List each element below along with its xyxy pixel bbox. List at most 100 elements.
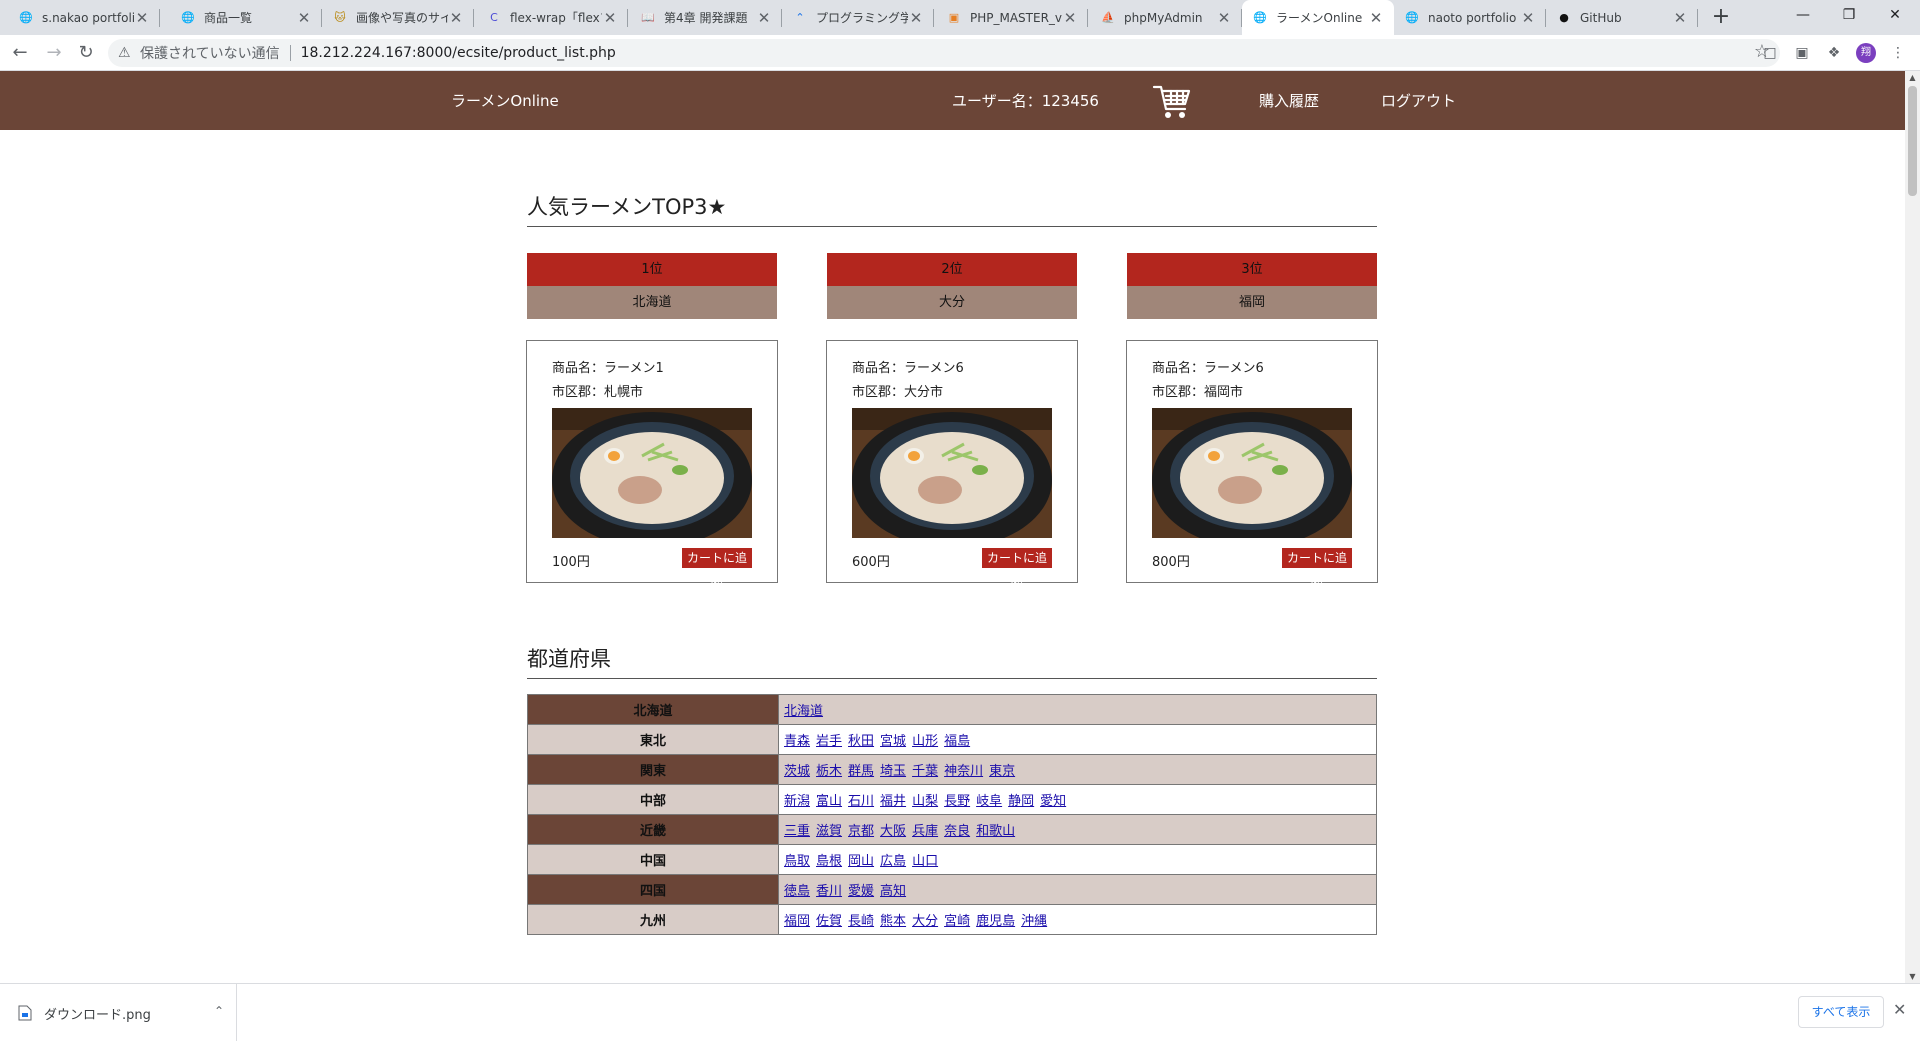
prefecture-link[interactable]: 茨城 [784, 764, 810, 779]
prefecture-link[interactable]: 福井 [880, 794, 906, 809]
menu-kebab-icon[interactable]: ⋮ [1888, 43, 1908, 63]
close-window-button[interactable]: ✕ [1872, 0, 1918, 30]
prefecture-link[interactable]: 三重 [784, 824, 810, 839]
close-tab-icon[interactable]: ✕ [602, 9, 618, 27]
new-tab-button[interactable]: + [1707, 4, 1735, 32]
prefecture-link[interactable]: 大阪 [880, 824, 906, 839]
prefecture-link[interactable]: 島根 [816, 854, 842, 869]
prefecture-link[interactable]: 宮崎 [944, 914, 970, 929]
prefecture-link[interactable]: 東京 [989, 764, 1015, 779]
prefecture-link[interactable]: 岡山 [848, 854, 874, 869]
extension-chat-icon[interactable]: □ [1760, 43, 1780, 63]
extension-image-icon[interactable]: ▣ [1792, 43, 1812, 63]
prefecture-link[interactable]: 新潟 [784, 794, 810, 809]
add-to-cart-button[interactable]: カートに追加 [1282, 548, 1352, 585]
close-download-bar-icon[interactable]: ✕ [1893, 1000, 1906, 1019]
prefecture-link[interactable]: 佐賀 [816, 914, 842, 929]
ramen-photo[interactable] [552, 408, 752, 538]
tab-1[interactable]: 🌐 商品一覧 ✕ [170, 0, 322, 35]
prefecture-link[interactable]: 群馬 [848, 764, 874, 779]
prefecture-link[interactable]: 秋田 [848, 734, 874, 749]
purchase-history-link[interactable]: 購入履歴 [1259, 90, 1319, 111]
close-tab-icon[interactable]: ✕ [1062, 9, 1078, 27]
chevron-up-icon[interactable]: ⌃ [214, 1004, 224, 1018]
logout-link[interactable]: ログアウト [1381, 90, 1456, 111]
close-tab-icon[interactable]: ✕ [1672, 9, 1688, 27]
forward-button[interactable]: → [40, 39, 68, 67]
prefecture-link[interactable]: 福島 [944, 734, 970, 749]
ramen-photo[interactable] [852, 408, 1052, 538]
prefecture-link[interactable]: 愛媛 [848, 884, 874, 899]
prefecture-link[interactable]: 山口 [912, 854, 938, 869]
close-tab-icon[interactable]: ✕ [756, 9, 772, 27]
prefecture-link[interactable]: 熊本 [880, 914, 906, 929]
prefecture-link[interactable]: 静岡 [1008, 794, 1034, 809]
tab-6[interactable]: ▣ PHP_MASTER_v1 ✕ [936, 0, 1088, 35]
close-tab-icon[interactable]: ✕ [1368, 9, 1384, 27]
prefecture-link[interactable]: 広島 [880, 854, 906, 869]
tab-4[interactable]: 📖 第4章 開発課題 ✕ [630, 0, 782, 35]
tab-9[interactable]: 🌐 naoto portfolio ✕ [1394, 0, 1546, 35]
download-item[interactable]: ダウンロード.png ⌃ [18, 996, 230, 1030]
warning-icon[interactable]: ⚠ [118, 45, 134, 61]
prefecture-link[interactable]: 奈良 [944, 824, 970, 839]
tab-2[interactable]: 🐱 画像や写真のサイ ✕ [322, 0, 474, 35]
close-tab-icon[interactable]: ✕ [296, 9, 312, 27]
close-tab-icon[interactable]: ✕ [1216, 9, 1232, 27]
prefecture-link[interactable]: 北海道 [784, 704, 823, 719]
close-tab-icon[interactable]: ✕ [908, 9, 924, 27]
back-button[interactable]: ← [6, 39, 34, 67]
close-tab-icon[interactable]: ✕ [134, 9, 150, 27]
prefecture-link[interactable]: 愛知 [1040, 794, 1066, 809]
tab-title[interactable]: PHP_MASTER_v1 [970, 11, 1062, 25]
prefecture-link[interactable]: 福岡 [784, 914, 810, 929]
profile-avatar[interactable]: 翔 [1856, 43, 1876, 63]
close-tab-icon[interactable]: ✕ [1520, 9, 1536, 27]
tab-title[interactable]: s.nakao portfolio [42, 11, 134, 25]
prefecture-link[interactable]: 長崎 [848, 914, 874, 929]
prefecture-link[interactable]: 栃木 [816, 764, 842, 779]
prefecture-link[interactable]: 石川 [848, 794, 874, 809]
tab-title[interactable]: プログラミング学ぶ [816, 9, 908, 26]
tab-8[interactable]: 🌐 ラーメンOnline ✕ [1242, 0, 1394, 35]
restore-button[interactable]: ❐ [1826, 0, 1872, 30]
scroll-down-arrow-icon[interactable]: ▼ [1905, 972, 1920, 981]
prefecture-link[interactable]: 兵庫 [912, 824, 938, 839]
scroll-up-arrow-icon[interactable]: ▲ [1905, 73, 1920, 82]
prefecture-link[interactable]: 大分 [912, 914, 938, 929]
tab-3[interactable]: Cflex-wrap「flexア ✕ [476, 0, 628, 35]
prefecture-link[interactable]: 青森 [784, 734, 810, 749]
url-text[interactable]: 18.212.224.167:8000/ecsite/product_list.… [301, 45, 616, 61]
tab-10[interactable]: ● GitHub ✕ [1546, 0, 1698, 35]
reload-button[interactable]: ↻ [72, 39, 100, 67]
prefecture-link[interactable]: 千葉 [912, 764, 938, 779]
tab-0[interactable]: 🌐 s.nakao portfolio ✕ [8, 0, 160, 35]
prefecture-link[interactable]: 鹿児島 [976, 914, 1015, 929]
prefecture-link[interactable]: 徳島 [784, 884, 810, 899]
address-bar[interactable]: ⚠ 保護されていない通信 18.212.224.167:8000/ecsite/… [108, 39, 1780, 67]
prefecture-link[interactable]: 和歌山 [976, 824, 1015, 839]
prefecture-link[interactable]: 鳥取 [784, 854, 810, 869]
tab-7[interactable]: ⛵ phpMyAdmin ✕ [1090, 0, 1242, 35]
prefecture-link[interactable]: 宮城 [880, 734, 906, 749]
prefecture-link[interactable]: 埼玉 [880, 764, 906, 779]
tab-title[interactable]: 画像や写真のサイ [356, 9, 448, 26]
add-to-cart-button[interactable]: カートに追加 [682, 548, 752, 585]
prefecture-link[interactable]: 京都 [848, 824, 874, 839]
prefecture-link[interactable]: 沖縄 [1021, 914, 1047, 929]
prefecture-link[interactable]: 滋賀 [816, 824, 842, 839]
vertical-scrollbar[interactable]: ▲ ▼ [1905, 71, 1920, 983]
prefecture-link[interactable]: 山梨 [912, 794, 938, 809]
prefecture-link[interactable]: 岩手 [816, 734, 842, 749]
shopping-cart-icon[interactable] [1152, 81, 1192, 121]
prefecture-link[interactable]: 香川 [816, 884, 842, 899]
close-tab-icon[interactable]: ✕ [448, 9, 464, 27]
scroll-thumb[interactable] [1908, 86, 1917, 196]
tab-title[interactable]: 商品一覧 [204, 9, 296, 26]
tab-title[interactable]: 第4章 開発課題 [664, 9, 756, 26]
prefecture-link[interactable]: 岐阜 [976, 794, 1002, 809]
prefecture-link[interactable]: 山形 [912, 734, 938, 749]
tab-title[interactable]: GitHub [1580, 11, 1672, 25]
prefecture-link[interactable]: 富山 [816, 794, 842, 809]
add-to-cart-button[interactable]: カートに追加 [982, 548, 1052, 585]
